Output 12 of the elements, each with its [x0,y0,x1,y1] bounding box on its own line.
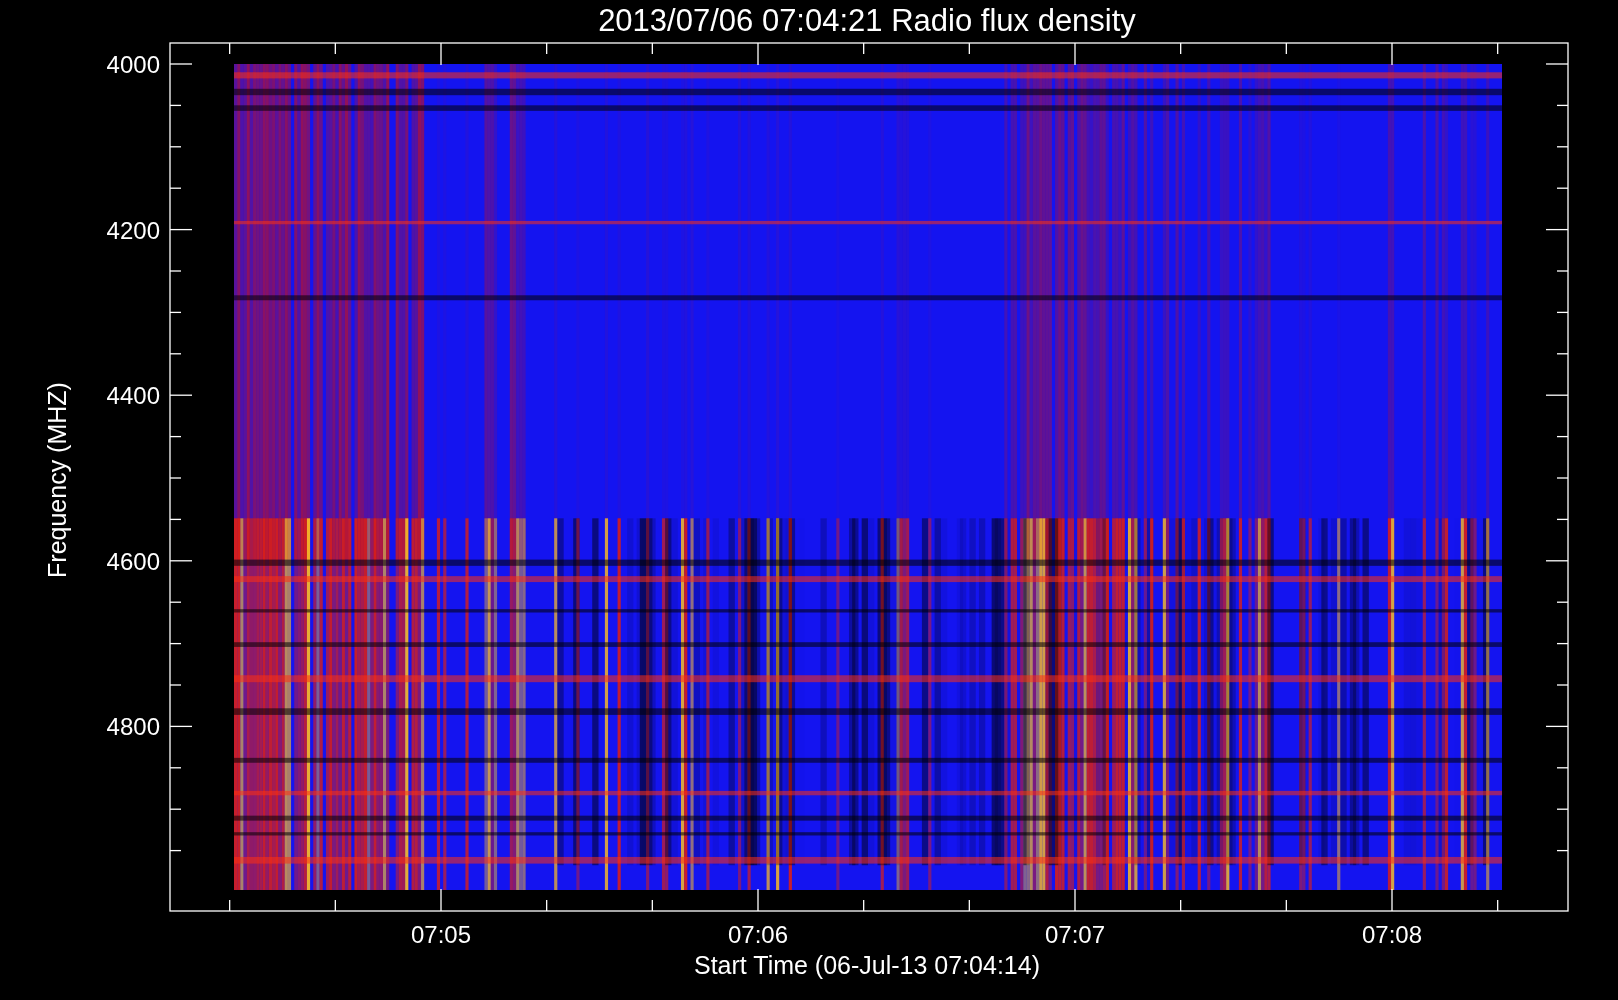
y-tick-label: 4200 [106,216,160,244]
x-tick-label: 07:06 [727,921,789,948]
x-tick-label: 07:07 [1044,921,1106,948]
y-axis-label: Frequency (MHZ) [43,382,71,578]
y-tick-label: 4400 [106,382,160,410]
x-tick-label: 07:05 [410,921,472,948]
y-tick-label: 4000 [106,51,160,78]
y-tick-label: 4600 [106,547,160,575]
x-axis-label: Start Time (06-Jul-13 07:04:14) [694,951,1040,979]
y-tick-label: 4800 [106,713,160,741]
chart-title: 2013/07/06 07:04:21 Radio flux density [598,3,1136,38]
x-tick-label: 07:08 [1361,921,1423,948]
